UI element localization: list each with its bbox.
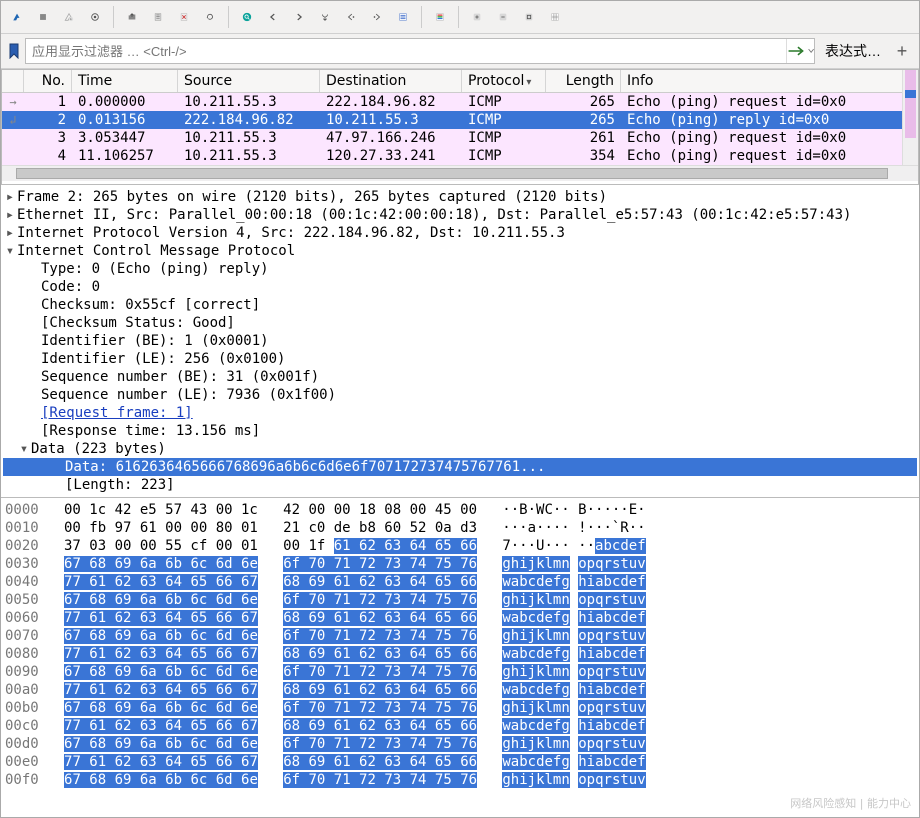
detail-data-length[interactable]: [Length: 223]: [65, 477, 175, 493]
col-header-no[interactable]: No.: [24, 70, 72, 92]
find-packet-icon[interactable]: [235, 5, 259, 29]
hex-row[interactable]: 0010 00 fb 97 61 00 00 80 01 21 c0 de b8…: [5, 519, 915, 537]
packet-row[interactable]: →10.00000010.211.55.3222.184.96.82ICMP26…: [2, 93, 918, 111]
detail-icmp-seq-le[interactable]: Sequence number (LE): 7936 (0x1f00): [41, 387, 336, 403]
col-header-time[interactable]: Time: [72, 70, 178, 92]
filter-input-wrap: [25, 38, 815, 64]
detail-icmp-checksum-status[interactable]: [Checksum Status: Good]: [41, 315, 235, 331]
hex-row[interactable]: 00b0 67 68 69 6a 6b 6c 6d 6e 6f 70 71 72…: [5, 699, 915, 717]
shark-fin-icon[interactable]: [5, 5, 29, 29]
col-header-mark[interactable]: [2, 70, 24, 92]
packet-row[interactable]: 411.10625710.211.55.3120.27.33.241ICMP35…: [2, 147, 918, 165]
go-to-packet-icon[interactable]: [313, 5, 337, 29]
hex-row[interactable]: 0040 77 61 62 63 64 65 66 67 68 69 61 62…: [5, 573, 915, 591]
colorize-icon[interactable]: [428, 5, 452, 29]
hex-row[interactable]: 0050 67 68 69 6a 6b 6c 6d 6e 6f 70 71 72…: [5, 591, 915, 609]
detail-frame[interactable]: Frame 2: 265 bytes on wire (2120 bits), …: [17, 189, 607, 205]
hex-row[interactable]: 0080 77 61 62 63 64 65 66 67 68 69 61 62…: [5, 645, 915, 663]
toolbar-separator: [421, 6, 422, 28]
col-header-source[interactable]: Source: [178, 70, 320, 92]
open-file-icon[interactable]: [120, 5, 144, 29]
hex-row[interactable]: 00e0 77 61 62 63 64 65 66 67 68 69 61 62…: [5, 753, 915, 771]
zoom-out-icon[interactable]: [491, 5, 515, 29]
close-file-icon[interactable]: [172, 5, 196, 29]
apply-filter-icon[interactable]: [786, 39, 814, 63]
packet-list-body[interactable]: →10.00000010.211.55.3222.184.96.82ICMP26…: [2, 93, 918, 165]
hex-row[interactable]: 00c0 77 61 62 63 64 65 66 67 68 69 61 62…: [5, 717, 915, 735]
collapse-icon[interactable]: ▾: [17, 440, 31, 458]
go-back-icon[interactable]: [261, 5, 285, 29]
hex-row[interactable]: 00f0 67 68 69 6a 6b 6c 6d 6e 6f 70 71 72…: [5, 771, 915, 789]
detail-request-frame-link[interactable]: [Request frame: 1]: [41, 405, 193, 421]
app-window: 表达式… + No. Time Source Destination Proto…: [0, 0, 920, 818]
col-header-length[interactable]: Length: [546, 70, 621, 92]
col-header-protocol[interactable]: Protocol▾: [462, 70, 546, 92]
detail-icmp-id-le[interactable]: Identifier (LE): 256 (0x0100): [41, 351, 285, 367]
detail-icmp-id-be[interactable]: Identifier (BE): 1 (0x0001): [41, 333, 269, 349]
hex-row[interactable]: 00a0 77 61 62 63 64 65 66 67 68 69 61 62…: [5, 681, 915, 699]
detail-ip[interactable]: Internet Protocol Version 4, Src: 222.18…: [17, 225, 565, 241]
expand-icon[interactable]: ▸: [3, 224, 17, 242]
toolbar-separator: [113, 6, 114, 28]
packet-bytes-pane[interactable]: 0000 00 1c 42 e5 57 43 00 1c 42 00 00 18…: [1, 498, 919, 817]
zoom-reset-icon[interactable]: [517, 5, 541, 29]
go-forward-icon[interactable]: [287, 5, 311, 29]
resize-columns-icon[interactable]: [543, 5, 567, 29]
chevron-down-icon: ▾: [526, 77, 531, 88]
hex-row[interactable]: 0000 00 1c 42 e5 57 43 00 1c 42 00 00 18…: [5, 501, 915, 519]
hex-row[interactable]: 00d0 67 68 69 6a 6b 6c 6d 6e 6f 70 71 72…: [5, 735, 915, 753]
zoom-in-icon[interactable]: [465, 5, 489, 29]
packet-minimap-scrollbar[interactable]: [902, 70, 918, 168]
main-toolbar: [1, 1, 919, 34]
collapse-icon[interactable]: ▾: [3, 242, 17, 260]
detail-icmp[interactable]: Internet Control Message Protocol: [17, 243, 295, 259]
reload-icon[interactable]: [198, 5, 222, 29]
hex-row[interactable]: 0020 37 03 00 00 55 cf 00 01 00 1f 61 62…: [5, 537, 915, 555]
hex-row[interactable]: 0070 67 68 69 6a 6b 6c 6d 6e 6f 70 71 72…: [5, 627, 915, 645]
expression-button[interactable]: 表达式…: [819, 38, 887, 64]
toolbar-separator: [228, 6, 229, 28]
go-first-icon[interactable]: [339, 5, 363, 29]
col-header-destination[interactable]: Destination: [320, 70, 462, 92]
capture-options-icon[interactable]: [83, 5, 107, 29]
detail-icmp-code[interactable]: Code: 0: [41, 279, 100, 295]
detail-data-header[interactable]: Data (223 bytes): [31, 441, 166, 457]
detail-ethernet[interactable]: Ethernet II, Src: Parallel_00:00:18 (00:…: [17, 207, 851, 223]
hex-row[interactable]: 0060 77 61 62 63 64 65 66 67 68 69 61 62…: [5, 609, 915, 627]
packet-row[interactable]: ↲20.013156222.184.96.8210.211.55.3ICMP26…: [2, 111, 918, 129]
expand-icon[interactable]: ▸: [3, 188, 17, 206]
go-last-icon[interactable]: [365, 5, 389, 29]
packet-details-pane[interactable]: ▸Frame 2: 265 bytes on wire (2120 bits),…: [1, 185, 919, 498]
hex-row[interactable]: 0090 67 68 69 6a 6b 6c 6d 6e 6f 70 71 72…: [5, 663, 915, 681]
packet-list-hscrollbar[interactable]: [2, 165, 918, 181]
display-filter-input[interactable]: [26, 41, 786, 62]
packet-list-pane: No. Time Source Destination Protocol▾ Le…: [1, 69, 919, 185]
display-filter-bar: 表达式… +: [1, 34, 919, 69]
restart-capture-icon[interactable]: [57, 5, 81, 29]
packet-row[interactable]: 33.05344710.211.55.347.97.166.246ICMP261…: [2, 129, 918, 147]
col-header-info[interactable]: Info: [621, 70, 918, 92]
auto-scroll-icon[interactable]: [391, 5, 415, 29]
add-filter-button[interactable]: +: [891, 40, 913, 62]
detail-response-time[interactable]: [Response time: 13.156 ms]: [41, 423, 260, 439]
detail-icmp-type[interactable]: Type: 0 (Echo (ping) reply): [41, 261, 269, 277]
stop-capture-icon[interactable]: [31, 5, 55, 29]
toolbar-separator: [458, 6, 459, 28]
detail-icmp-checksum[interactable]: Checksum: 0x55cf [correct]: [41, 297, 260, 313]
detail-data-selected[interactable]: Data: 6162636465666768696a6b6c6d6e6f7071…: [65, 459, 545, 475]
packet-list-header: No. Time Source Destination Protocol▾ Le…: [2, 70, 918, 93]
expand-icon[interactable]: ▸: [3, 206, 17, 224]
filter-bookmark-icon[interactable]: [7, 42, 21, 60]
hex-row[interactable]: 0030 67 68 69 6a 6b 6c 6d 6e 6f 70 71 72…: [5, 555, 915, 573]
save-file-icon[interactable]: [146, 5, 170, 29]
detail-icmp-seq-be[interactable]: Sequence number (BE): 31 (0x001f): [41, 369, 319, 385]
